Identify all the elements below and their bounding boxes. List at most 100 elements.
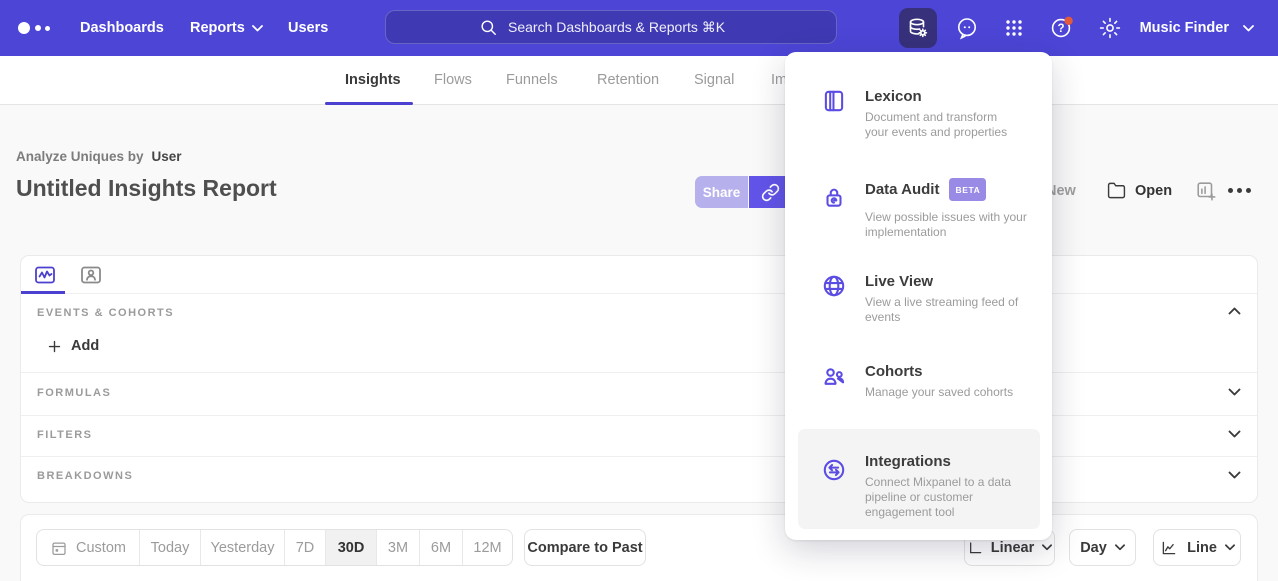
date-range-7d[interactable]: 7D (285, 530, 326, 565)
chevron-down-icon[interactable] (1228, 471, 1241, 479)
date-range-yesterday[interactable]: Yesterday (201, 530, 285, 565)
line-chart-icon (1159, 539, 1179, 557)
tab-user-profiles[interactable] (77, 262, 104, 287)
add-event-button[interactable]: Add (47, 338, 99, 354)
date-range-control: Custom Today Yesterday 7D 30D 3M 6M 12M (36, 529, 513, 566)
svg-text:?: ? (1057, 23, 1064, 35)
chart-type-selector[interactable]: Line (1153, 529, 1241, 566)
compare-label: Compare to Past (527, 540, 642, 556)
section-formulas[interactable]: FORMULAS (21, 372, 1257, 415)
nav-item-dashboards[interactable]: Dashboards (80, 0, 164, 56)
project-name: Music Finder (1140, 20, 1229, 36)
nav-item-users[interactable]: Users (288, 0, 328, 56)
query-builder-card: EVENTS & COHORTS Add FORMULAS FILTERS (20, 255, 1258, 503)
analyze-prefix: Analyze Uniques by (16, 149, 144, 164)
chevron-down-icon (1225, 544, 1235, 551)
share-button[interactable]: Share (695, 176, 748, 208)
help-button[interactable]: ? (1043, 8, 1081, 48)
analyze-entity[interactable]: User (152, 149, 182, 164)
date-range-custom[interactable]: Custom (37, 530, 140, 565)
builder-tabs (21, 256, 1257, 294)
cohorts-icon (821, 363, 847, 389)
date-range-3m[interactable]: 3M (377, 530, 420, 565)
search-icon (479, 18, 498, 37)
date-range-6m[interactable]: 6M (420, 530, 463, 565)
tab-label: Funnels (506, 72, 558, 88)
data-management-popup: Lexicon Document and transform your even… (785, 52, 1052, 540)
date-range-label: 3M (388, 540, 408, 556)
report-title[interactable]: Untitled Insights Report (16, 175, 277, 202)
date-range-12m[interactable]: 12M (463, 530, 512, 565)
menu-item-title: Data Audit (865, 181, 939, 199)
tab-metrics-chart[interactable] (31, 262, 58, 287)
chevron-down-icon (1042, 544, 1052, 551)
date-range-label: 6M (431, 540, 451, 556)
top-nav: Dashboards Reports Users (0, 0, 1278, 56)
chart-type-label: Line (1187, 540, 1217, 556)
chevron-down-icon[interactable] (1228, 430, 1241, 438)
link-icon (761, 183, 780, 202)
tab-funnels[interactable]: Funnels (506, 56, 558, 104)
section-events-cohorts[interactable]: EVENTS & COHORTS (21, 294, 1257, 334)
chevron-down-icon[interactable] (1228, 388, 1241, 396)
date-range-label: Custom (76, 540, 126, 556)
tab-retention[interactable]: Retention (597, 56, 659, 104)
tab-label: Signal (694, 72, 734, 88)
apps-grid-button[interactable] (995, 8, 1033, 48)
menu-item-title: Lexicon (865, 88, 922, 106)
settings-button[interactable] (1091, 8, 1129, 48)
menu-item-description: Connect Mixpanel to a data pipeline or c… (865, 475, 1035, 520)
chart-card: Custom Today Yesterday 7D 30D 3M 6M 12M … (20, 514, 1258, 581)
date-range-today[interactable]: Today (140, 530, 201, 565)
chevron-up-icon[interactable] (1228, 307, 1241, 315)
open-report-button[interactable]: Open (1106, 181, 1172, 200)
data-management-icon (906, 16, 930, 40)
menu-item-title: Live View (865, 273, 933, 291)
mixpanel-logo-icon[interactable] (18, 20, 62, 36)
live-view-icon (821, 273, 847, 299)
add-chart-icon (1195, 180, 1217, 202)
compare-to-past-button[interactable]: Compare to Past (524, 529, 646, 566)
menu-item-lexicon[interactable]: Lexicon Document and transform your even… (785, 88, 1052, 160)
more-options-button[interactable] (1228, 188, 1251, 193)
menu-item-description: View possible issues with your implement… (865, 210, 1049, 240)
add-to-dashboard-button[interactable] (1195, 180, 1217, 202)
chevron-down-icon (1115, 544, 1125, 551)
project-switcher[interactable]: Music Finder (1140, 0, 1254, 56)
interval-selector[interactable]: Day (1069, 529, 1136, 566)
analyze-by-line: Analyze Uniques by User (16, 149, 182, 164)
menu-item-cohorts[interactable]: Cohorts Manage your saved cohorts (785, 363, 1052, 419)
feedback-icon (955, 16, 979, 40)
feedback-button[interactable] (948, 8, 986, 48)
section-breakdowns[interactable]: BREAKDOWNS (21, 456, 1257, 503)
global-search[interactable] (385, 10, 837, 44)
tab-flows[interactable]: Flows (434, 56, 472, 104)
tab-insights[interactable]: Insights (345, 56, 401, 104)
section-label: FORMULAS (37, 387, 111, 399)
tab-label: Retention (597, 72, 659, 88)
data-management-button[interactable] (899, 8, 937, 48)
date-range-30d[interactable]: 30D (326, 530, 377, 565)
chevron-down-icon (1243, 25, 1254, 32)
section-label: EVENTS & COHORTS (37, 307, 174, 319)
menu-item-live-view[interactable]: Live View View a live streaming feed of … (785, 273, 1052, 345)
nav-item-reports[interactable]: Reports (190, 0, 263, 56)
section-filters[interactable]: FILTERS (21, 415, 1257, 456)
app-root: Dashboards Reports Users (0, 0, 1278, 581)
tab-label: Flows (434, 72, 472, 88)
menu-item-integrations[interactable]: Integrations Connect Mixpanel to a data … (785, 453, 1052, 543)
notification-dot (1064, 17, 1072, 25)
apps-grid-icon (1002, 16, 1026, 40)
interval-label: Day (1080, 540, 1107, 556)
menu-item-title: Cohorts (865, 363, 923, 381)
menu-item-description: View a live streaming feed of events (865, 295, 1045, 325)
search-input[interactable] (508, 19, 743, 35)
plus-icon (47, 339, 62, 354)
menu-item-description: Document and transform your events and p… (865, 110, 1017, 140)
date-range-label: 30D (338, 540, 365, 556)
nav-item-label: Users (288, 20, 328, 36)
section-label: FILTERS (37, 429, 93, 441)
date-range-label: Today (151, 540, 190, 556)
menu-item-data-audit[interactable]: Data Audit BETA View possible issues wit… (785, 178, 1052, 262)
tab-signal[interactable]: Signal (694, 56, 734, 104)
